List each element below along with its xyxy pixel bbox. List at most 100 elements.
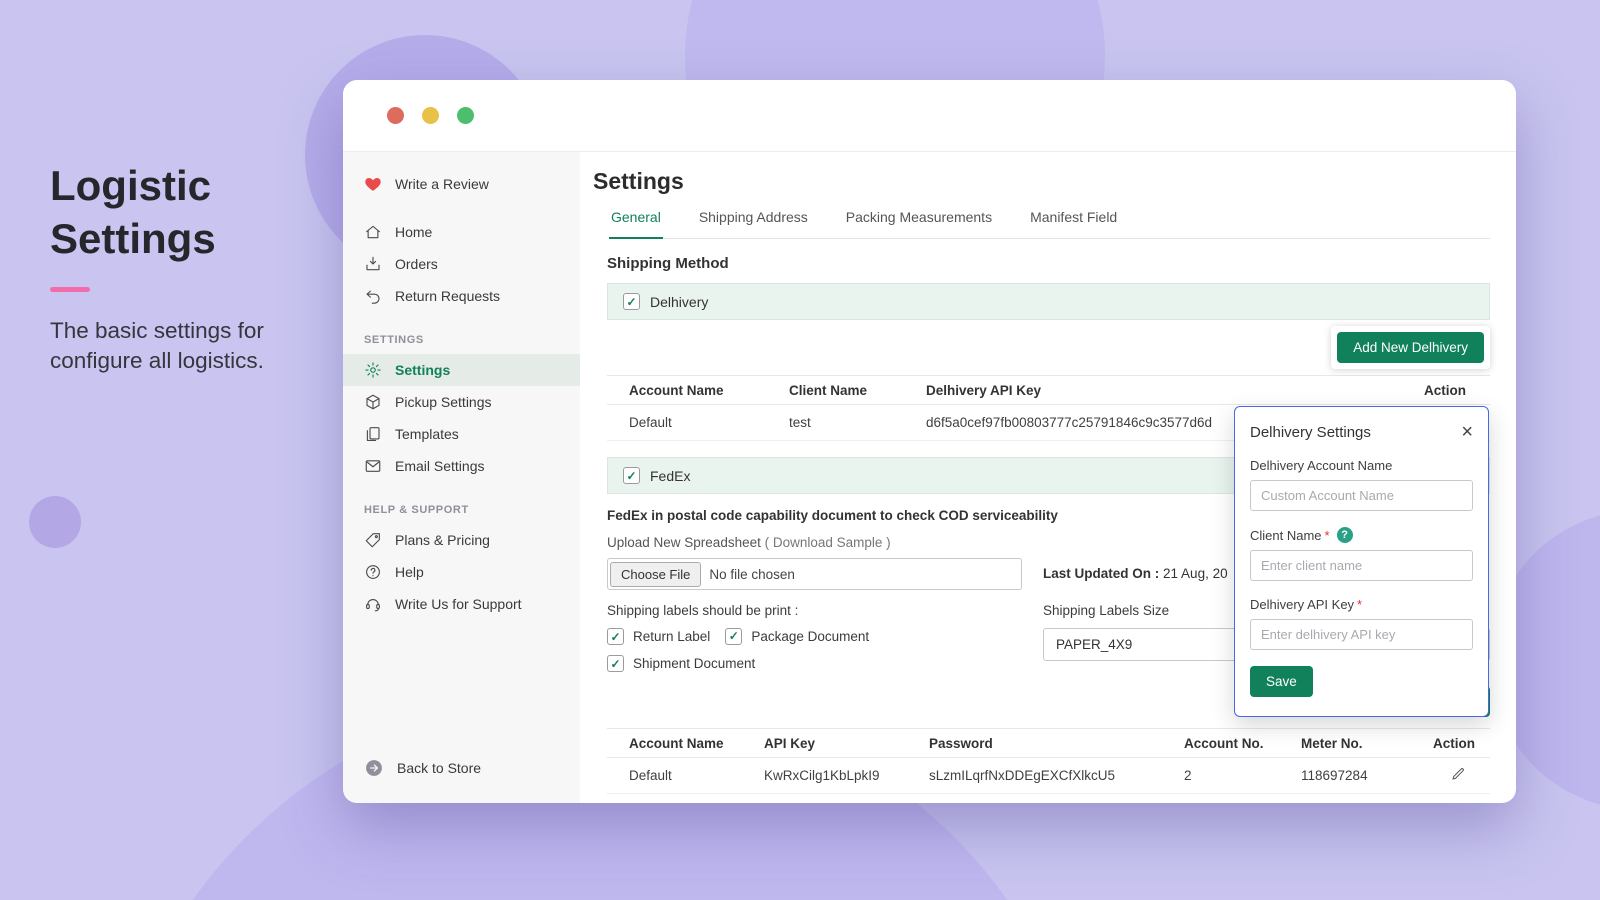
column-header: Account No. xyxy=(1184,736,1301,751)
column-header: Action xyxy=(1396,383,1466,398)
hero-title: Logistic Settings xyxy=(50,160,280,265)
delhivery-api-key-input[interactable] xyxy=(1250,619,1473,650)
column-header: API Key xyxy=(764,736,929,751)
sidebar-item-label: Plans & Pricing xyxy=(395,532,490,548)
sidebar-item-label: Pickup Settings xyxy=(395,394,492,410)
file-status-text: No file chosen xyxy=(709,567,795,582)
email-icon xyxy=(364,457,382,475)
pickup-icon xyxy=(364,393,382,411)
sidebar-item-label: Return Requests xyxy=(395,288,500,304)
page-title: Settings xyxy=(593,168,1490,195)
download-sample-link[interactable]: ( Download Sample ) xyxy=(765,535,891,550)
shipment-document-checkbox[interactable] xyxy=(607,655,624,672)
hero-text-block: Logistic Settings The basic settings for… xyxy=(50,160,300,375)
upload-label-text: Upload New Spreadsheet xyxy=(607,535,761,550)
templates-icon xyxy=(364,425,382,443)
sidebar-item-label: Back to Store xyxy=(397,760,481,776)
window-minimize-button[interactable] xyxy=(422,107,439,124)
delhivery-account-name-input[interactable] xyxy=(1250,480,1473,511)
sidebar-item-help[interactable]: Help xyxy=(343,556,580,588)
column-header: Action xyxy=(1433,736,1475,751)
window-close-button[interactable] xyxy=(387,107,404,124)
pricing-icon xyxy=(364,531,382,549)
sidebar-item-label: Home xyxy=(395,224,432,240)
add-delhivery-button-plate: Add New Delhivery xyxy=(1331,326,1490,369)
delhivery-settings-modal: Delhivery Settings × Delhivery Account N… xyxy=(1234,406,1489,717)
cell-account-no: 2 xyxy=(1184,768,1301,783)
client-name-input[interactable] xyxy=(1250,550,1473,581)
cell-account-name: Default xyxy=(629,415,789,430)
option-label: Return Label xyxy=(633,629,710,644)
required-asterisk: * xyxy=(1357,597,1362,612)
hero-accent-bar xyxy=(50,287,90,292)
gear-icon xyxy=(364,361,382,379)
edit-pencil-icon[interactable] xyxy=(1450,766,1466,782)
sidebar-item-back-to-store[interactable]: Back to Store xyxy=(343,751,580,785)
sidebar-item-plans-pricing[interactable]: Plans & Pricing xyxy=(343,524,580,556)
delhivery-panel-header: Delhivery xyxy=(607,283,1490,320)
delhivery-label: Delhivery xyxy=(650,294,708,310)
cell-password: sLzmILqrfNxDDEgEXCfXlkcU5 xyxy=(929,768,1184,783)
sidebar-item-settings[interactable]: Settings xyxy=(343,354,580,386)
sidebar-section-settings: SETTINGS xyxy=(364,334,580,346)
tab-manifest-field[interactable]: Manifest Field xyxy=(1028,209,1119,238)
sidebar-item-email-settings[interactable]: Email Settings xyxy=(343,450,580,482)
tab-general[interactable]: General xyxy=(609,209,663,239)
option-label: Shipment Document xyxy=(633,656,755,671)
heart-icon xyxy=(364,175,382,193)
fedex-checkbox[interactable] xyxy=(623,467,640,484)
sidebar-item-home[interactable]: Home xyxy=(343,216,580,248)
sidebar-item-return-requests[interactable]: Return Requests xyxy=(343,280,580,312)
save-button[interactable]: Save xyxy=(1250,666,1313,697)
add-new-delhivery-button[interactable]: Add New Delhivery xyxy=(1337,332,1484,363)
delhivery-checkbox[interactable] xyxy=(623,293,640,310)
column-header: Client Name xyxy=(789,383,926,398)
window-titlebar xyxy=(343,80,1516,152)
table-row: Default KwRxCilg1KbLpkI9 sLzmILqrfNxDDEg… xyxy=(607,758,1490,794)
app-window: Write a Review Home Orders xyxy=(343,80,1516,803)
cell-meter-no: 118697284 xyxy=(1301,768,1433,783)
decorative-circle xyxy=(29,496,81,548)
column-header: Account Name xyxy=(629,383,789,398)
print-labels-question: Shipping labels should be print : xyxy=(607,603,1022,618)
tab-packing-measurements[interactable]: Packing Measurements xyxy=(844,209,994,238)
sidebar-item-label: Orders xyxy=(395,256,438,272)
sidebar-item-label: Write Us for Support xyxy=(395,596,522,612)
file-upload-input: Choose File No file chosen xyxy=(607,558,1022,590)
return-requests-icon xyxy=(364,287,382,305)
support-icon xyxy=(364,595,382,613)
option-package-document: Package Document xyxy=(725,627,869,645)
field-label-text: Client Name xyxy=(1250,528,1322,543)
cell-api-key: KwRxCilg1KbLpkI9 xyxy=(764,768,929,783)
sidebar-item-label: Templates xyxy=(395,426,459,442)
close-icon[interactable]: × xyxy=(1461,422,1473,442)
sidebar-item-write-us-for-support[interactable]: Write Us for Support xyxy=(343,588,580,620)
fedex-table: Account Name API Key Password Account No… xyxy=(607,728,1490,794)
field-label-account-name: Delhivery Account Name xyxy=(1250,458,1473,473)
last-updated-value: 21 Aug, 20 xyxy=(1163,566,1228,581)
sidebar-item-orders[interactable]: Orders xyxy=(343,248,580,280)
shipping-method-heading: Shipping Method xyxy=(607,255,1490,272)
fedex-label: FedEx xyxy=(650,468,690,484)
return-label-checkbox[interactable] xyxy=(607,628,624,645)
sidebar-item-label: Email Settings xyxy=(395,458,484,474)
last-updated-label: Last Updated On : xyxy=(1043,566,1159,581)
window-maximize-button[interactable] xyxy=(457,107,474,124)
option-return-label: Return Label xyxy=(607,628,710,645)
required-asterisk: * xyxy=(1325,528,1330,543)
back-arrow-icon xyxy=(364,758,384,778)
option-shipment-document: Shipment Document xyxy=(607,655,1022,672)
field-label-client-name: Client Name * ? xyxy=(1250,527,1473,543)
column-header: Delhivery API Key xyxy=(926,383,1396,398)
row-action xyxy=(1433,766,1466,785)
help-question-icon[interactable]: ? xyxy=(1337,527,1353,543)
package-document-checkbox[interactable] xyxy=(725,628,742,645)
modal-title: Delhivery Settings xyxy=(1250,424,1371,441)
choose-file-button[interactable]: Choose File xyxy=(610,562,701,587)
sidebar-item-write-a-review[interactable]: Write a Review xyxy=(343,168,580,200)
sidebar-item-templates[interactable]: Templates xyxy=(343,418,580,450)
sidebar-item-label: Write a Review xyxy=(395,176,489,192)
tab-shipping-address[interactable]: Shipping Address xyxy=(697,209,810,238)
sidebar-item-pickup-settings[interactable]: Pickup Settings xyxy=(343,386,580,418)
page-background: Logistic Settings The basic settings for… xyxy=(0,0,1600,900)
